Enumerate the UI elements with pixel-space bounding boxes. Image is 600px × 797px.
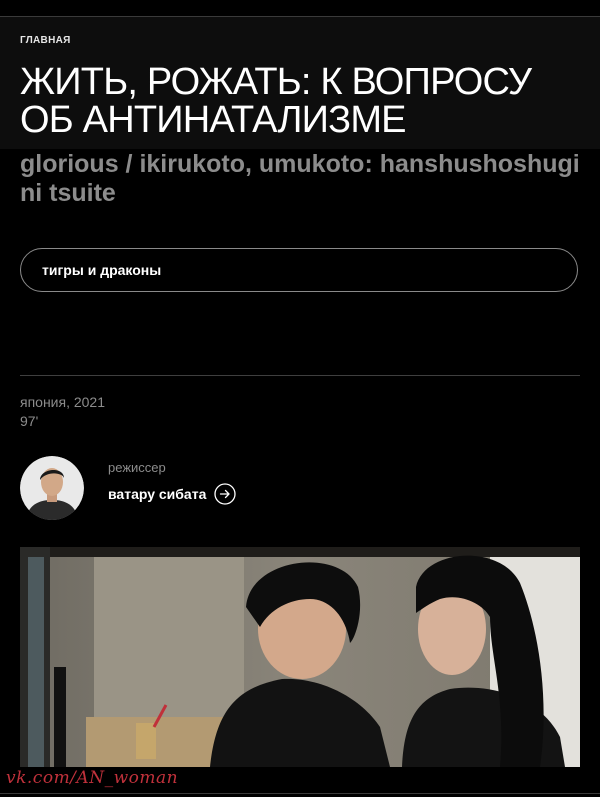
director-link[interactable]: ватару сибата: [108, 483, 237, 505]
section-tag-label: тигры и драконы: [42, 262, 162, 278]
director-name: ватару сибата: [108, 486, 207, 502]
country-year: япония, 2021: [20, 394, 106, 410]
film-still-image: [20, 547, 580, 767]
bottom-divider: [0, 793, 600, 794]
original-title: glorious / ikirukoto, umukoto: hanshusho…: [20, 150, 580, 207]
breadcrumb-home[interactable]: ГЛАВНАЯ: [20, 35, 71, 46]
watermark: vk.com/AN_woman: [6, 768, 179, 788]
director-role-label: режиссер: [108, 460, 166, 475]
section-tag-button[interactable]: тигры и драконы: [20, 248, 578, 292]
duration: 97': [20, 413, 39, 429]
section-divider: [20, 375, 580, 376]
arrow-right-circle-icon: [214, 483, 237, 505]
avatar-photo: [20, 456, 84, 520]
director-avatar[interactable]: [20, 456, 84, 520]
page-title: ЖИТЬ, РОЖАТЬ: К ВОПРОСУ ОБ АНТИНАТАЛИЗМЕ: [20, 61, 532, 141]
